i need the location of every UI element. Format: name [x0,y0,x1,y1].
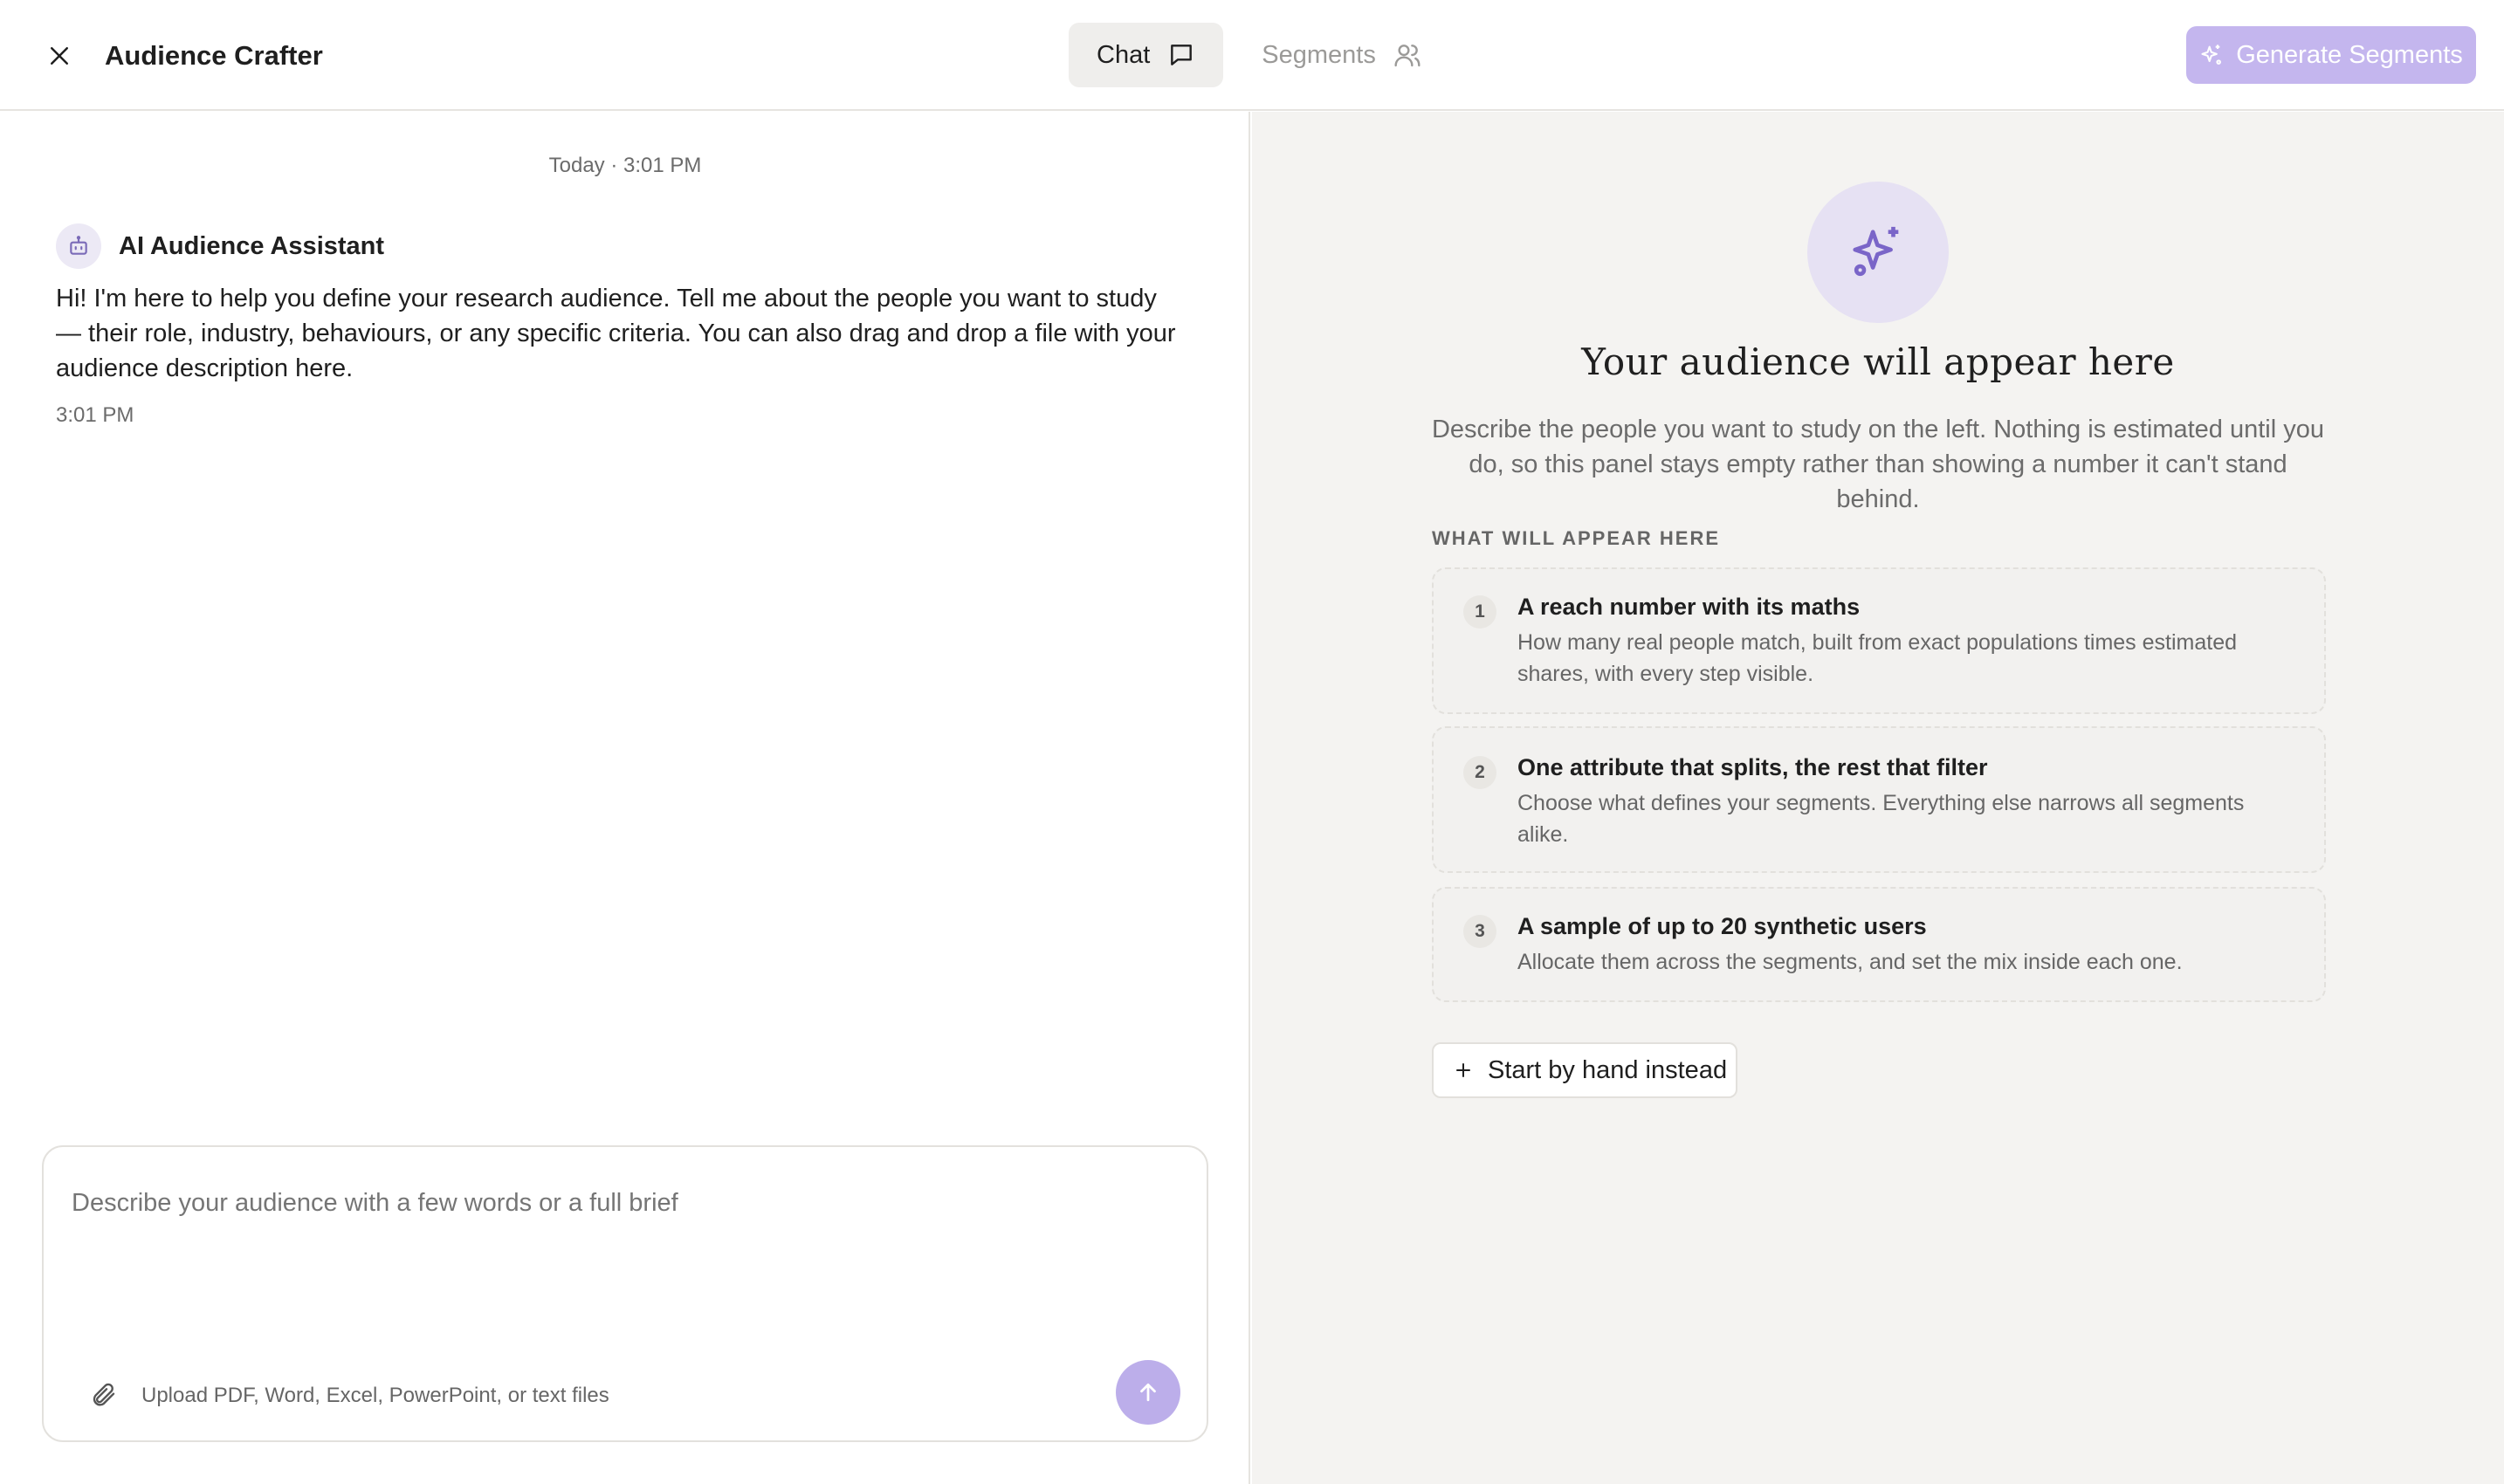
tab-segments-label: Segments [1262,40,1376,69]
paperclip-icon [93,1383,115,1406]
card-title: One attribute that splits, the rest that… [1517,754,1988,780]
message-square-icon [1171,45,1193,65]
close-button[interactable] [38,35,80,77]
card-title: A sample of up to 20 synthetic users [1517,913,1927,939]
page-title: Audience Crafter [105,40,323,71]
preview-card: 3 A sample of up to 20 synthetic users A… [1432,887,2326,1002]
chat-panel: Today · 3:01 PM AI Audience Assistant Hi… [0,112,1250,1484]
assistant-message: Hi! I'm here to help you define your res… [56,285,1176,382]
upload-hint: Upload PDF, Word, Excel, PowerPoint, or … [141,1384,609,1407]
card-description: Choose what defines your segments. Every… [1517,791,2245,847]
empty-state-title: Your audience will appear here [1581,340,2175,383]
section-label: WHAT WILL APPEAR HERE [1432,527,1721,549]
generate-segments-button[interactable]: Generate Segments [2186,26,2476,84]
arrow-up-icon [1140,1383,1156,1402]
card-number: 2 [1463,756,1496,789]
card-description: Allocate them across the segments, and s… [1517,950,2183,974]
start-by-hand-button[interactable]: Start by hand instead [1432,1042,1737,1098]
assistant-header: AI Audience Assistant [56,223,384,269]
top-bar: Audience Crafter Chat Segments Generate … [0,0,2504,111]
generate-segments-label: Generate Segments [2236,40,2463,69]
segments-preview-panel: Your audience will appear here Describe … [1252,112,2504,1484]
assistant-name: AI Audience Assistant [119,231,385,260]
close-icon [51,47,68,65]
card-description: How many real people match, built from e… [1517,630,2237,686]
card-title: A reach number with its maths [1517,594,1861,620]
audience-crafter-app: Audience Crafter Chat Segments Generate … [0,0,2504,1484]
empty-state-badge [1807,182,1949,323]
card-number: 3 [1463,915,1496,948]
view-tabs: Chat Segments [1069,23,1449,87]
avatar [56,223,101,269]
audience-input[interactable] [72,1189,1172,1218]
sparkles-icon [2201,45,2222,65]
users-icon [1394,45,1421,67]
send-button[interactable] [1116,1360,1180,1425]
card-number: 1 [1463,595,1496,629]
tab-chat[interactable]: Chat [1069,23,1224,87]
attach-file-button[interactable] [84,1376,122,1414]
bot-icon [70,236,87,255]
start-by-hand-label: Start by hand instead [1488,1055,1728,1084]
message-timestamp: 3:01 PM [56,403,134,427]
preview-card: 1 A reach number with its maths How many… [1432,567,2326,714]
tab-chat-label: Chat [1097,40,1151,69]
empty-state-description: Describe the people you want to study on… [1431,416,2325,513]
preview-card: 2 One attribute that splits, the rest th… [1432,726,2326,873]
tab-segments[interactable]: Segments [1237,23,1449,87]
sparkles-icon [1853,226,1899,277]
message-composer: Upload PDF, Word, Excel, PowerPoint, or … [42,1145,1208,1442]
plus-icon [1456,1063,1470,1077]
date-separator: Today · 3:01 PM [548,154,702,177]
